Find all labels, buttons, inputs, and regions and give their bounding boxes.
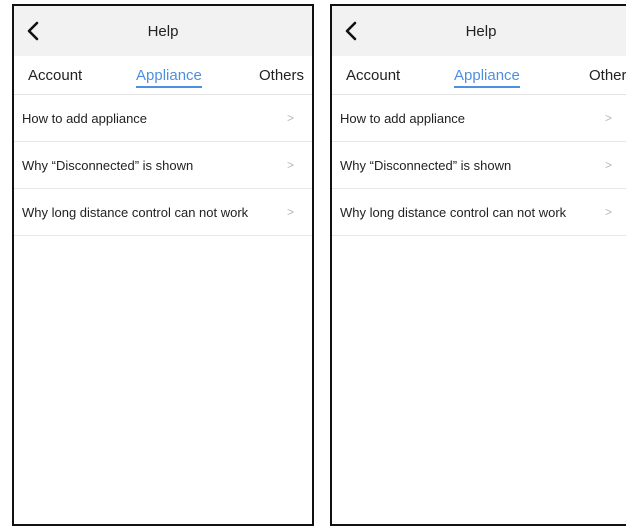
active-tab-indicator [454,86,520,88]
help-topic-long-distance[interactable]: Why long distance control can not work > [332,189,626,236]
page-title: Help [147,22,179,40]
help-topic-label: Why long distance control can not work [22,204,249,220]
page-title: Help [465,22,497,40]
chevron-right-icon: > [604,205,612,219]
tab-bar: Account Appliance Others [332,56,626,95]
tab-others[interactable]: Others [259,67,304,84]
help-topic-disconnected[interactable]: Why “Disconnected” is shown > [14,142,312,189]
help-topic-label: How to add appliance [340,110,466,126]
tab-account[interactable]: Account [28,67,82,84]
chevron-left-icon [27,21,39,41]
header-bar: Help [332,6,626,56]
back-button[interactable] [24,20,44,42]
phone-screen-left: Help Account Appliance Others How to add… [12,4,314,526]
help-topic-add-appliance[interactable]: How to add appliance > [332,95,626,142]
tab-appliance[interactable]: Appliance [136,67,202,88]
chevron-right-icon: > [604,158,612,172]
help-topic-list: How to add appliance > Why “Disconnected… [14,95,312,236]
tab-others[interactable]: Others [589,67,626,84]
help-topic-disconnected[interactable]: Why “Disconnected” is shown > [332,142,626,189]
help-topic-label: How to add appliance [22,110,148,126]
chevron-left-icon [345,21,357,41]
active-tab-indicator [136,86,202,88]
help-topic-list: How to add appliance > Why “Disconnected… [332,95,626,236]
chevron-right-icon: > [286,111,294,125]
help-topic-label: Why long distance control can not work [340,204,567,220]
help-topic-long-distance[interactable]: Why long distance control can not work > [14,189,312,236]
help-topic-label: Why “Disconnected” is shown [340,157,512,173]
back-button[interactable] [342,20,362,42]
screenshot-canvas: Help Account Appliance Others How to add… [0,0,626,528]
tab-account[interactable]: Account [346,67,400,84]
tab-appliance-label: Appliance [136,67,202,84]
chevron-right-icon: > [286,205,294,219]
help-topic-label: Why “Disconnected” is shown [22,157,194,173]
header-bar: Help [14,6,312,56]
chevron-right-icon: > [604,111,612,125]
phone-screen-right: Help Account Appliance Others How to add… [330,4,626,526]
tab-appliance-label: Appliance [454,67,520,84]
tab-appliance[interactable]: Appliance [454,67,520,88]
tab-bar: Account Appliance Others [14,56,312,95]
chevron-right-icon: > [286,158,294,172]
help-topic-add-appliance[interactable]: How to add appliance > [14,95,312,142]
